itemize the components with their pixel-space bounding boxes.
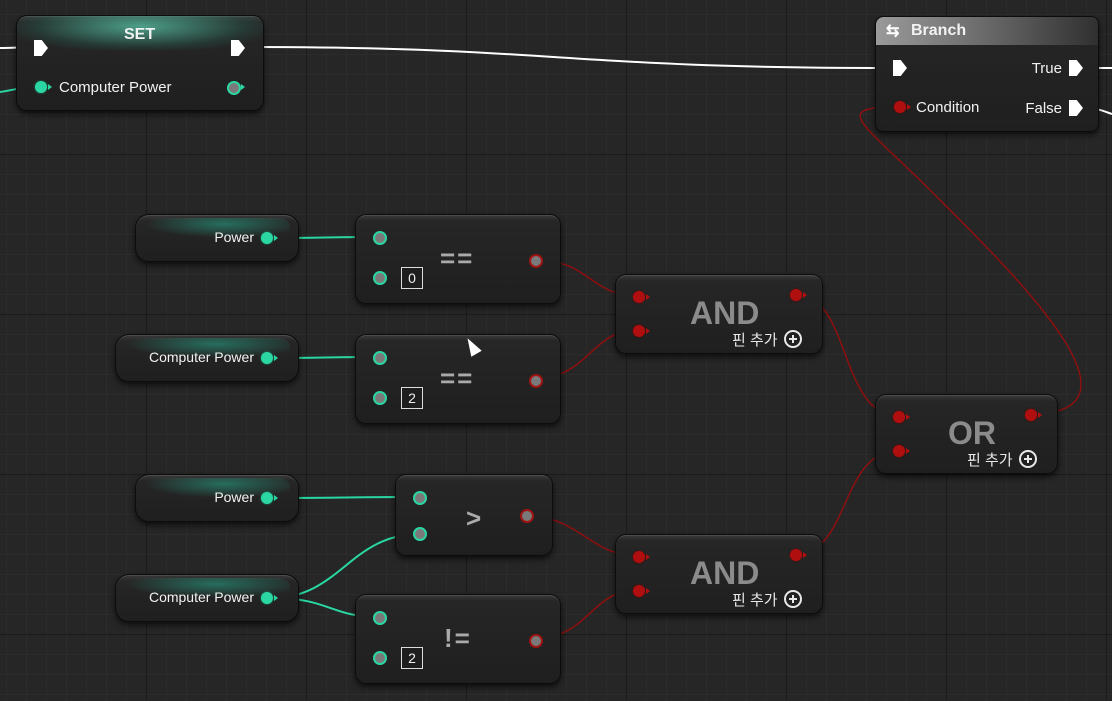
- exec-wire-set-to-branch: [244, 46, 889, 69]
- pin-arrow: [803, 292, 807, 298]
- pin-arrow: [274, 355, 278, 361]
- branch-node-title: Branch: [911, 22, 967, 39]
- pin-arrow: [646, 554, 650, 560]
- pin-arrow: [274, 595, 278, 601]
- op-symbol: >: [466, 503, 484, 533]
- gate-input-b-pin[interactable]: [893, 445, 905, 457]
- var-out-pin[interactable]: [261, 492, 273, 504]
- add-pin-icon: [783, 330, 802, 348]
- branch-true-label: True: [1031, 60, 1062, 77]
- var-label: Power: [214, 489, 254, 505]
- op-input-b-value[interactable]: 2: [401, 647, 423, 669]
- pin-arrow: [906, 414, 910, 420]
- branch-exec-in-pin[interactable]: [893, 60, 907, 76]
- equal-node-2[interactable]: 2 ==: [355, 334, 561, 424]
- pin-arrow: [241, 84, 245, 90]
- branch-true-out-pin[interactable]: [1069, 60, 1083, 76]
- branch-condition-label: Condition: [916, 99, 980, 116]
- op-input-b-pin[interactable]: [413, 527, 427, 541]
- branch-condition-pin[interactable]: [894, 101, 906, 113]
- branch-false-label: False: [1025, 100, 1062, 117]
- branch-false-out-pin[interactable]: [1069, 100, 1083, 116]
- add-pin-icon: [783, 590, 802, 608]
- gate-output-pin[interactable]: [1025, 409, 1037, 421]
- op-symbol: ==: [440, 243, 475, 273]
- pin-arrow: [274, 495, 278, 501]
- op-input-b-pin[interactable]: [373, 271, 387, 285]
- op-input-a-pin[interactable]: [413, 491, 427, 505]
- set-pin-label: Computer Power: [59, 79, 172, 96]
- op-input-b-value[interactable]: 0: [401, 267, 423, 289]
- op-input-b-value[interactable]: 2: [401, 387, 423, 409]
- pin-arrow: [274, 235, 278, 241]
- gate-input-a-pin[interactable]: [893, 411, 905, 423]
- pin-arrow: [646, 588, 650, 594]
- var-label: Power: [214, 229, 254, 245]
- gate-input-a-pin[interactable]: [633, 551, 645, 563]
- op-input-b-pin[interactable]: [373, 651, 387, 665]
- add-pin-button[interactable]: 핀 추가: [732, 329, 802, 350]
- var-get-power-1[interactable]: Power: [135, 214, 299, 262]
- gate-input-a-pin[interactable]: [633, 291, 645, 303]
- and-node-2[interactable]: AND 핀 추가: [615, 534, 823, 614]
- op-symbol: !=: [444, 623, 472, 653]
- set-value-out-pin[interactable]: [227, 81, 241, 95]
- var-get-power-2[interactable]: Power: [135, 474, 299, 522]
- greater-node[interactable]: >: [395, 474, 553, 556]
- var-out-pin[interactable]: [261, 592, 273, 604]
- op-output-pin[interactable]: [529, 374, 543, 388]
- bool-wire-or-condition: [859, 106, 1082, 415]
- op-input-a-pin[interactable]: [373, 351, 387, 365]
- gate-title: OR: [948, 415, 996, 451]
- set-node[interactable]: SET Computer Power: [16, 15, 264, 111]
- var-out-pin[interactable]: [261, 232, 273, 244]
- pin-arrow: [646, 294, 650, 300]
- add-pin-label: 핀 추가: [732, 592, 778, 609]
- branch-icon: ⇆: [886, 23, 900, 40]
- var-out-pin[interactable]: [261, 352, 273, 364]
- branch-node-header: [876, 17, 1098, 45]
- gate-title: AND: [690, 555, 760, 591]
- op-input-a-pin[interactable]: [373, 611, 387, 625]
- pin-arrow: [907, 104, 911, 110]
- add-pin-label: 핀 추가: [732, 332, 778, 349]
- gate-output-pin[interactable]: [790, 549, 802, 561]
- set-value-in-pin[interactable]: [35, 81, 47, 93]
- gate-input-b-pin[interactable]: [633, 325, 645, 337]
- gate-title: AND: [690, 295, 760, 331]
- op-output-pin[interactable]: [529, 254, 543, 268]
- or-node[interactable]: OR 핀 추가: [875, 394, 1058, 474]
- add-pin-label: 핀 추가: [967, 452, 1013, 469]
- op-output-pin[interactable]: [520, 509, 534, 523]
- pin-arrow: [803, 552, 807, 558]
- equal-node-1[interactable]: 0 ==: [355, 214, 561, 304]
- var-get-computer-power-2[interactable]: Computer Power: [115, 574, 299, 622]
- pin-arrow: [48, 84, 52, 90]
- pin-arrow: [1038, 412, 1042, 418]
- add-pin-button[interactable]: 핀 추가: [967, 449, 1037, 470]
- and-node-1[interactable]: AND 핀 추가: [615, 274, 823, 354]
- op-input-a-pin[interactable]: [373, 231, 387, 245]
- gate-output-pin[interactable]: [790, 289, 802, 301]
- var-label: Computer Power: [148, 589, 254, 605]
- op-output-pin[interactable]: [529, 634, 543, 648]
- add-pin-icon: [1018, 450, 1037, 468]
- add-pin-button[interactable]: 핀 추가: [732, 589, 802, 610]
- branch-node[interactable]: ⇆ Branch Condition True False: [875, 16, 1099, 132]
- var-get-computer-power-1[interactable]: Computer Power: [115, 334, 299, 382]
- op-input-b-pin[interactable]: [373, 391, 387, 405]
- pin-arrow: [646, 328, 650, 334]
- pin-arrow: [906, 448, 910, 454]
- set-node-title: SET: [124, 26, 156, 43]
- op-symbol: ==: [440, 363, 475, 393]
- gate-input-b-pin[interactable]: [633, 585, 645, 597]
- var-label: Computer Power: [148, 349, 254, 365]
- not-equal-node[interactable]: 2 !=: [355, 594, 561, 684]
